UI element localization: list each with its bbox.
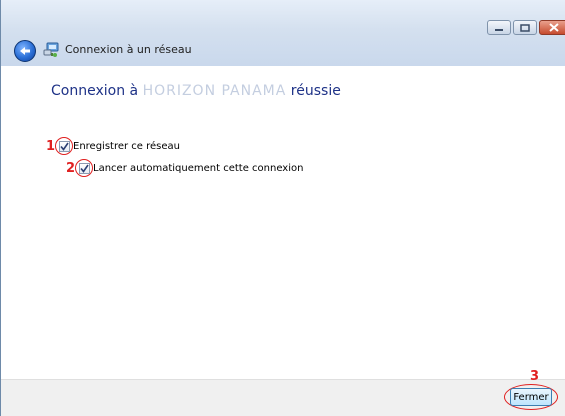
page-title: Connexion à HORIZON PANAMA réussie (51, 83, 341, 99)
annotation-marker-3: 3 (530, 369, 540, 384)
network-name: HORIZON PANAMA (142, 83, 287, 99)
annotation-circle (55, 137, 73, 155)
heading-suffix: réussie (290, 83, 341, 99)
back-arrow-icon[interactable] (14, 40, 36, 62)
close-button[interactable]: Fermer (510, 388, 552, 406)
minimize-icon[interactable] (487, 20, 511, 35)
window-controls (487, 20, 565, 35)
option-save-network[interactable]: 1 Enregistrer ce réseau (41, 137, 180, 155)
network-icon (42, 41, 60, 59)
annotation-marker-2: 2 (65, 160, 75, 176)
dialog-window: Connexion à un réseau Connexion à HORIZO… (0, 0, 565, 416)
option-auto-connect[interactable]: 2 Lancer automatiquement cette connexion (61, 159, 303, 177)
maximize-icon[interactable] (513, 20, 537, 35)
title-bar: Connexion à un réseau (1, 0, 565, 67)
annotation-circle (75, 159, 93, 177)
dialog-footer (1, 379, 565, 416)
close-icon[interactable] (539, 20, 565, 35)
save-network-label: Enregistrer ce réseau (73, 140, 180, 152)
main-content: Connexion à HORIZON PANAMA réussie 1 Enr… (1, 66, 565, 379)
heading-prefix: Connexion à (51, 83, 139, 99)
annotation-marker-1: 1 (45, 138, 55, 154)
auto-connect-label: Lancer automatiquement cette connexion (93, 162, 304, 174)
window-title: Connexion à un réseau (65, 43, 192, 56)
auto-connect-checkbox[interactable] (78, 162, 90, 174)
save-network-checkbox[interactable] (58, 140, 70, 152)
